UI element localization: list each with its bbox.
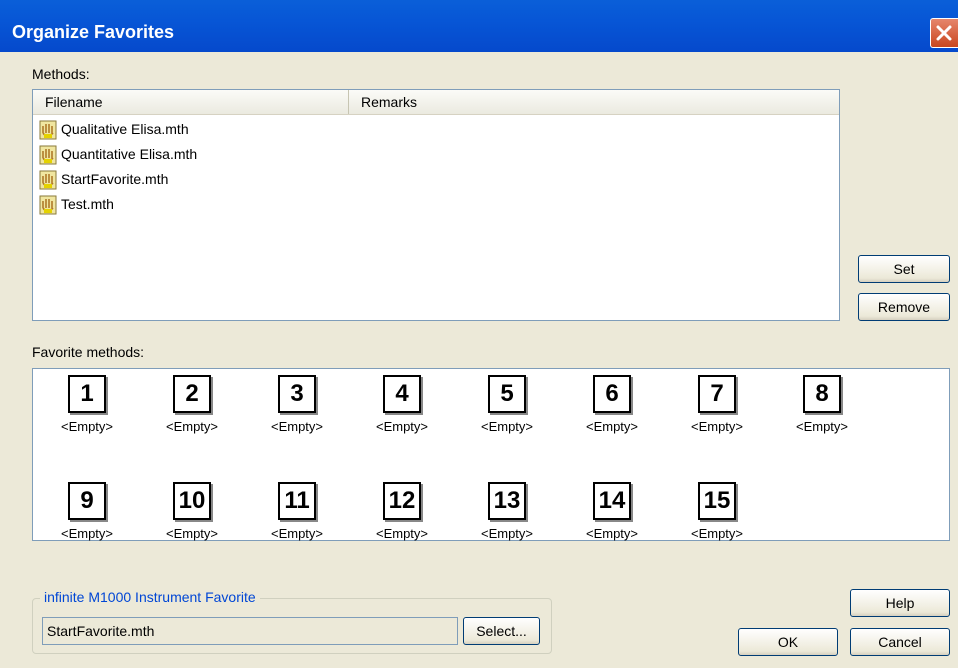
favorite-slot[interactable]: 12 <Empty> [362, 482, 442, 541]
favorite-slot-number: 7 [698, 375, 736, 413]
instrument-favorite-title: infinite M1000 Instrument Favorite [40, 589, 260, 605]
cancel-button[interactable]: Cancel [850, 628, 950, 656]
title-bar[interactable]: Organize Favorites [0, 0, 958, 52]
column-header-filename[interactable]: Filename [33, 90, 349, 114]
favorite-slot[interactable]: 13 <Empty> [467, 482, 547, 541]
favorite-slot[interactable]: 8 <Empty> [782, 375, 862, 434]
methods-list[interactable]: Filename Remarks Qualitative Elisa.mth Qu… [32, 89, 840, 321]
favorite-slot-value: <Empty> [375, 526, 429, 541]
column-header-remarks[interactable]: Remarks [349, 90, 839, 114]
method-file-icon [39, 120, 57, 140]
favorite-slot-value: <Empty> [60, 419, 114, 434]
file-name: Qualitative Elisa.mth [61, 121, 189, 137]
favorite-slot-number: 14 [593, 482, 631, 520]
help-button[interactable]: Help [850, 589, 950, 617]
favorite-slot-number: 4 [383, 375, 421, 413]
favorite-slot-number: 12 [383, 482, 421, 520]
close-button[interactable] [930, 18, 958, 48]
close-icon [936, 25, 952, 41]
favorite-slot-value: <Empty> [165, 526, 219, 541]
favorite-slot-value: <Empty> [690, 419, 744, 434]
favorite-slot-value: <Empty> [60, 526, 114, 541]
set-button[interactable]: Set [858, 255, 950, 283]
remove-button[interactable]: Remove [858, 293, 950, 321]
favorite-slot[interactable]: 7 <Empty> [677, 375, 757, 434]
favorite-slot-number: 5 [488, 375, 526, 413]
method-file-icon [39, 170, 57, 190]
file-name: StartFavorite.mth [61, 171, 169, 187]
favorite-slot-number: 15 [698, 482, 736, 520]
favorite-slot-number: 10 [173, 482, 211, 520]
favorite-slot[interactable]: 3 <Empty> [257, 375, 337, 434]
favorite-slot-number: 9 [68, 482, 106, 520]
list-header: Filename Remarks [33, 90, 839, 115]
favorite-slot-value: <Empty> [585, 526, 639, 541]
favorite-slot-number: 8 [803, 375, 841, 413]
favorite-slot[interactable]: 15 <Empty> [677, 482, 757, 541]
favorite-slot-number: 3 [278, 375, 316, 413]
list-item[interactable]: Quantitative Elisa.mth [39, 143, 197, 165]
favorite-slot-value: <Empty> [585, 419, 639, 434]
favorite-slot-value: <Empty> [270, 526, 324, 541]
favorite-slot[interactable]: 5 <Empty> [467, 375, 547, 434]
favorite-slot-value: <Empty> [795, 419, 849, 434]
favorite-slot-number: 2 [173, 375, 211, 413]
favorite-slot-number: 11 [278, 482, 316, 520]
methods-label: Methods: [32, 66, 90, 82]
favorite-slot[interactable]: 11 <Empty> [257, 482, 337, 541]
list-item[interactable]: Test.mth [39, 193, 114, 215]
favorite-slot-value: <Empty> [375, 419, 429, 434]
favorite-slot-number: 6 [593, 375, 631, 413]
favorite-slot-value: <Empty> [270, 419, 324, 434]
favorite-methods-label: Favorite methods: [32, 344, 145, 360]
window-title: Organize Favorites [12, 22, 175, 42]
method-file-icon [39, 145, 57, 165]
favorite-slot[interactable]: 10 <Empty> [152, 482, 232, 541]
file-name: Test.mth [61, 196, 114, 212]
favorite-slot-value: <Empty> [480, 526, 534, 541]
favorite-slot[interactable]: 9 <Empty> [47, 482, 127, 541]
favorite-slot-number: 1 [68, 375, 106, 413]
favorite-slot-number: 13 [488, 482, 526, 520]
favorite-slot-value: <Empty> [480, 419, 534, 434]
instrument-favorite-field[interactable]: StartFavorite.mth [42, 617, 458, 645]
list-item[interactable]: Qualitative Elisa.mth [39, 118, 189, 140]
favorite-slot[interactable]: 1 <Empty> [47, 375, 127, 434]
favorite-slot[interactable]: 4 <Empty> [362, 375, 442, 434]
favorite-slot[interactable]: 14 <Empty> [572, 482, 652, 541]
list-item[interactable]: StartFavorite.mth [39, 168, 168, 190]
favorite-slot[interactable]: 2 <Empty> [152, 375, 232, 434]
favorite-slot[interactable]: 6 <Empty> [572, 375, 652, 434]
method-file-icon [39, 195, 57, 215]
favorite-slot-value: <Empty> [690, 526, 744, 541]
select-button[interactable]: Select... [463, 617, 540, 645]
ok-button[interactable]: OK [738, 628, 838, 656]
favorite-slot-value: <Empty> [165, 419, 219, 434]
favorite-methods-panel: 1 <Empty> 2 <Empty> 3 <Empty> 4 <Empty> 5 <Empty>… [32, 368, 950, 541]
file-name: Quantitative Elisa.mth [61, 146, 198, 162]
